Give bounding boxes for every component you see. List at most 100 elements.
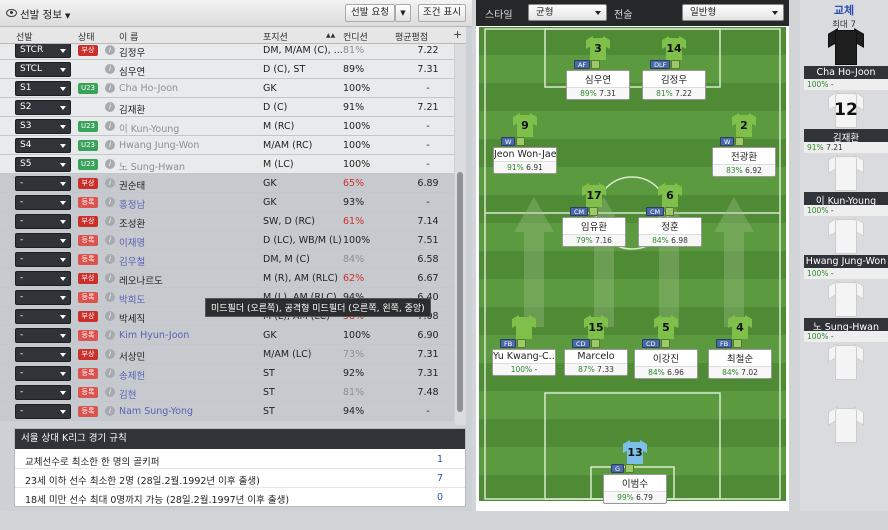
selection-dropdown[interactable]: -: [15, 366, 71, 381]
role-tag[interactable]: FB: [500, 339, 527, 348]
table-row[interactable]: S5 U23 i 노 Sung-Hwan M (LC) 100% -: [0, 155, 454, 174]
table-row[interactable]: - 등록 i 송제헌 ST 92% 7.31: [0, 364, 454, 383]
view-title[interactable]: 선발 정보 ▼: [20, 7, 70, 22]
show-conditions-button[interactable]: 조건 표시: [418, 4, 466, 22]
selection-dropdown[interactable]: -: [15, 176, 71, 191]
table-row[interactable]: - 등록 i Nam Sung-Yong ST 94% -: [0, 402, 454, 421]
pitch-player[interactable]: 17 CM 임유환 79% 7.16: [562, 182, 626, 273]
substitute-slot[interactable]: Hwang Jung-Won 100% -: [804, 217, 888, 282]
selection-dropdown[interactable]: -: [15, 290, 71, 305]
role-tag[interactable]: AF: [574, 60, 601, 69]
tactic-dropdown[interactable]: 일반형: [682, 4, 784, 21]
substitute-slot[interactable]: 12 김재환 91% 7.21: [804, 91, 888, 156]
info-icon[interactable]: i: [105, 64, 115, 74]
info-icon[interactable]: i: [105, 311, 115, 321]
info-icon[interactable]: i: [105, 235, 115, 245]
selection-dropdown[interactable]: S1: [15, 81, 71, 96]
player-name[interactable]: 송제헌: [119, 368, 145, 382]
info-icon[interactable]: i: [105, 387, 115, 397]
player-name[interactable]: 홍정남: [119, 197, 145, 211]
info-icon[interactable]: i: [105, 178, 115, 188]
player-name[interactable]: 서상민: [119, 349, 145, 363]
selection-dropdown[interactable]: S2: [15, 100, 71, 115]
table-row[interactable]: - 등록 i 홍정남 GK 93% -: [0, 193, 454, 212]
style-dropdown[interactable]: 균형: [528, 4, 607, 21]
col-condition[interactable]: 컨디션: [343, 30, 368, 43]
player-name[interactable]: 이재명: [119, 235, 145, 249]
table-row[interactable]: - 등록 i Kim Hyun-Joon GK 100% 6.90: [0, 326, 454, 345]
selection-dropdown[interactable]: -: [15, 271, 71, 286]
selection-dropdown[interactable]: -: [15, 214, 71, 229]
role-tag[interactable]: CM: [646, 207, 675, 216]
table-row[interactable]: - 등록 i 김우철 DM, M (C) 84% 6.58: [0, 250, 454, 269]
player-card[interactable]: Marcelo 87% 7.33: [564, 349, 628, 376]
player-name[interactable]: 김정우: [119, 45, 145, 59]
pitch-player[interactable]: 2 W 전광환 83% 6.92: [712, 112, 776, 203]
player-name[interactable]: 권순태: [119, 178, 145, 192]
selection-request-dropdown[interactable]: ▼: [395, 4, 411, 22]
table-row[interactable]: S2 i 김재환 D (C) 91% 7.21: [0, 98, 454, 117]
selection-dropdown[interactable]: STCR: [15, 44, 71, 58]
selection-dropdown[interactable]: -: [15, 195, 71, 210]
player-card[interactable]: 김정우 81% 7.22: [642, 70, 706, 100]
info-icon[interactable]: i: [105, 121, 115, 131]
player-card[interactable]: 심우연 89% 7.31: [566, 70, 630, 100]
pitch-player[interactable]: 14 DLF 김정우 81% 7.22: [642, 35, 706, 126]
info-icon[interactable]: i: [105, 102, 115, 112]
pitch-player[interactable]: FB Yu Kwang-C... 100% -: [492, 314, 556, 405]
role-tag[interactable]: W: [720, 137, 745, 146]
player-card[interactable]: 이강진 84% 6.96: [634, 349, 698, 379]
col-rating[interactable]: 평균평점: [395, 30, 428, 43]
info-icon[interactable]: i: [105, 368, 115, 378]
selection-dropdown[interactable]: S3: [15, 119, 71, 134]
role-tag[interactable]: CM: [570, 207, 599, 216]
eye-icon[interactable]: [6, 9, 17, 17]
info-icon[interactable]: i: [105, 254, 115, 264]
player-name[interactable]: 이 Kun-Young: [119, 121, 179, 135]
selection-dropdown[interactable]: -: [15, 309, 71, 324]
player-name[interactable]: Kim Hyun-Joon: [119, 330, 189, 341]
selection-dropdown[interactable]: -: [15, 252, 71, 267]
selection-dropdown[interactable]: S5: [15, 157, 71, 172]
substitute-slot[interactable]: 이 Kun-Young 100% -: [804, 154, 888, 219]
table-row[interactable]: - 부상 i 권순태 GK 65% 6.89: [0, 174, 454, 193]
pitch-player[interactable]: 13 G 이범수 99% 6.79: [603, 439, 667, 530]
selection-dropdown[interactable]: -: [15, 404, 71, 419]
player-name[interactable]: 심우연: [119, 64, 145, 78]
info-icon[interactable]: i: [105, 83, 115, 93]
player-name[interactable]: 조성환: [119, 216, 145, 230]
info-icon[interactable]: i: [105, 273, 115, 283]
table-row[interactable]: STCR 부상 i 김정우 DM, M/AM (C), ... 81% 7.22: [0, 44, 454, 60]
player-name[interactable]: 김현: [119, 387, 136, 401]
substitute-slot[interactable]: Cha Ho-Joon 100% -: [804, 28, 888, 93]
table-row[interactable]: S1 U23 i Cha Ho-Joon GK 100% -: [0, 79, 454, 98]
player-name[interactable]: Hwang Jung-Won: [119, 140, 199, 151]
role-tag[interactable]: W: [501, 137, 526, 146]
scrollbar[interactable]: [455, 44, 466, 425]
table-row[interactable]: - 부상 i 조성환 SW, D (RC) 61% 7.14: [0, 212, 454, 231]
table-row[interactable]: - 부상 i 서상민 M/AM (LC) 73% 7.31: [0, 345, 454, 364]
info-icon[interactable]: i: [105, 406, 115, 416]
player-card[interactable]: 이범수 99% 6.79: [603, 474, 667, 504]
player-name[interactable]: 레오나르도: [119, 273, 163, 287]
table-row[interactable]: - 부상 i 레오나르도 M (R), AM (RLC) 62% 6.67: [0, 269, 454, 288]
player-name[interactable]: 김우철: [119, 254, 145, 268]
player-card[interactable]: 임유환 79% 7.16: [562, 217, 626, 247]
table-row[interactable]: - 등록 i 이재명 D (LC), WB/M (L) 100% 7.51: [0, 231, 454, 250]
info-icon[interactable]: i: [105, 330, 115, 340]
player-card[interactable]: 전광환 83% 6.92: [712, 147, 776, 177]
pitch-player[interactable]: 9 W Jeon Won-Jae 91% 6.91: [493, 112, 557, 203]
table-row[interactable]: STCL i 심우연 D (C), ST 89% 7.31: [0, 60, 454, 79]
info-icon[interactable]: i: [105, 45, 115, 55]
player-card[interactable]: 최철순 84% 7.02: [708, 349, 772, 379]
player-name[interactable]: 박세직: [119, 311, 145, 325]
pitch-player[interactable]: 15 CD Marcelo 87% 7.33: [564, 314, 628, 405]
col-name[interactable]: 이 름: [119, 30, 138, 43]
player-card[interactable]: Yu Kwang-C... 100% -: [492, 349, 556, 376]
role-tag[interactable]: G: [611, 464, 635, 473]
col-position[interactable]: 포지션: [263, 30, 288, 43]
player-name[interactable]: 박희도: [119, 292, 145, 306]
info-icon[interactable]: i: [105, 216, 115, 226]
pitch-player[interactable]: 4 FB 최철순 84% 7.02: [708, 314, 772, 405]
substitute-slot[interactable]: 노 Sung-Hwan 100% -: [804, 280, 888, 345]
